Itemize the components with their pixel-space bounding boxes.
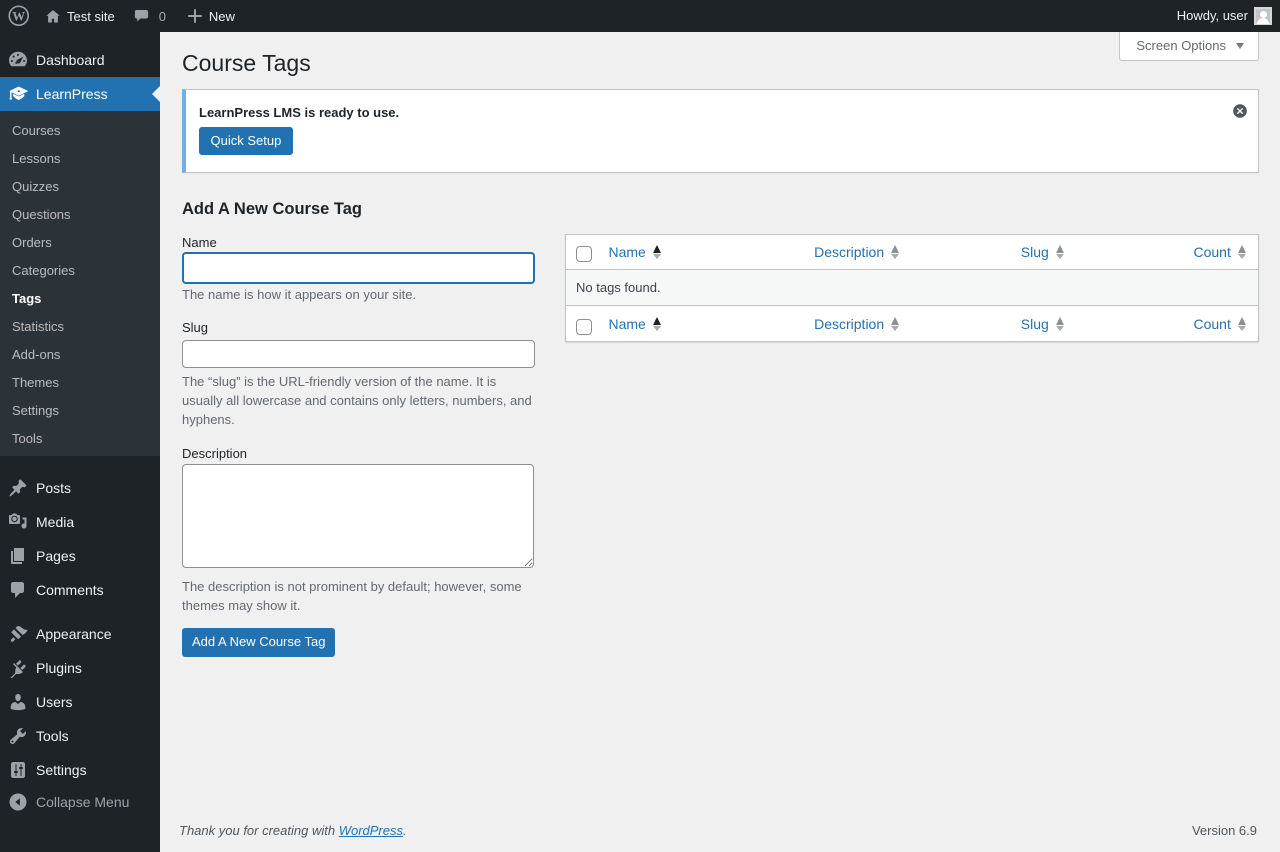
svg-text:W: W [12,10,25,24]
